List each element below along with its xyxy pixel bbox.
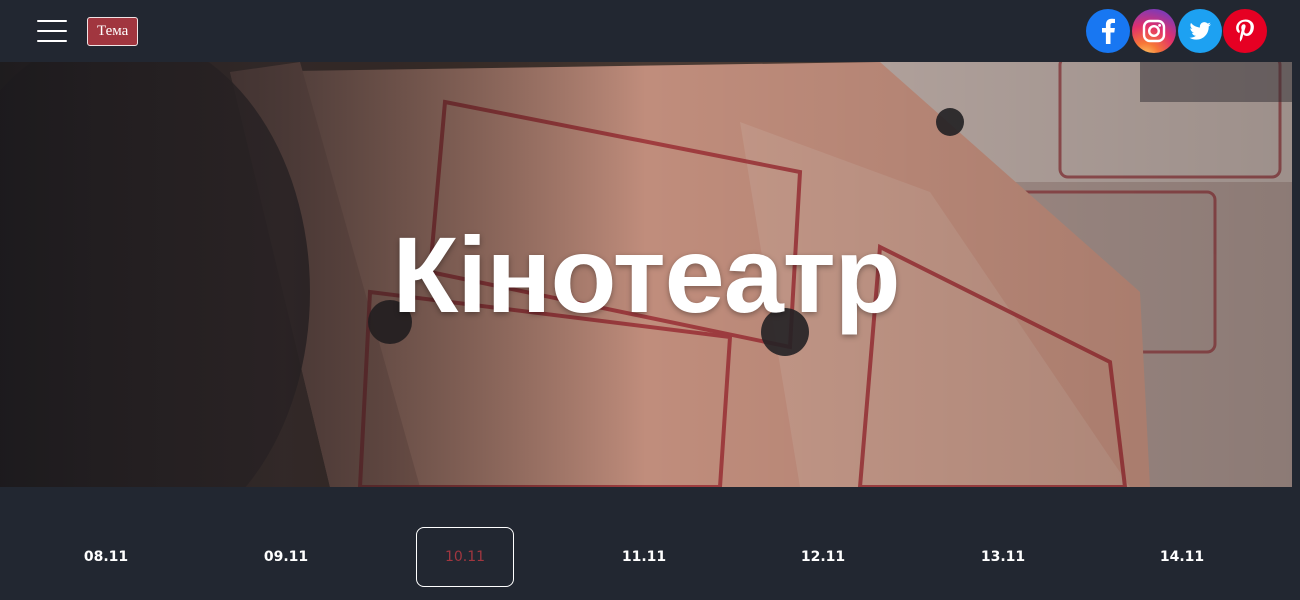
date-tab-12-11[interactable]: 12.11	[774, 527, 872, 587]
date-selector: 08.11 09.11 10.11 11.11 12.11 13.11 14.1…	[0, 487, 1300, 600]
page-title: Кінотеатр	[392, 214, 900, 335]
hero-banner: Кінотеатр	[0, 62, 1292, 487]
date-tab-10-11-selected[interactable]: 10.11	[416, 527, 514, 587]
facebook-icon[interactable]	[1086, 9, 1130, 53]
twitter-icon[interactable]	[1178, 9, 1222, 53]
instagram-icon[interactable]	[1132, 9, 1176, 53]
date-tab-08-11[interactable]: 08.11	[57, 527, 155, 587]
date-tab-09-11[interactable]: 09.11	[237, 527, 335, 587]
top-bar: Тема	[0, 0, 1300, 62]
date-tab-14-11[interactable]: 14.11	[1133, 527, 1231, 587]
theme-button[interactable]: Тема	[87, 17, 139, 46]
pinterest-icon[interactable]	[1223, 9, 1267, 53]
hamburger-menu-icon[interactable]	[37, 20, 67, 42]
date-tab-13-11[interactable]: 13.11	[954, 527, 1052, 587]
date-tab-11-11[interactable]: 11.11	[595, 527, 693, 587]
